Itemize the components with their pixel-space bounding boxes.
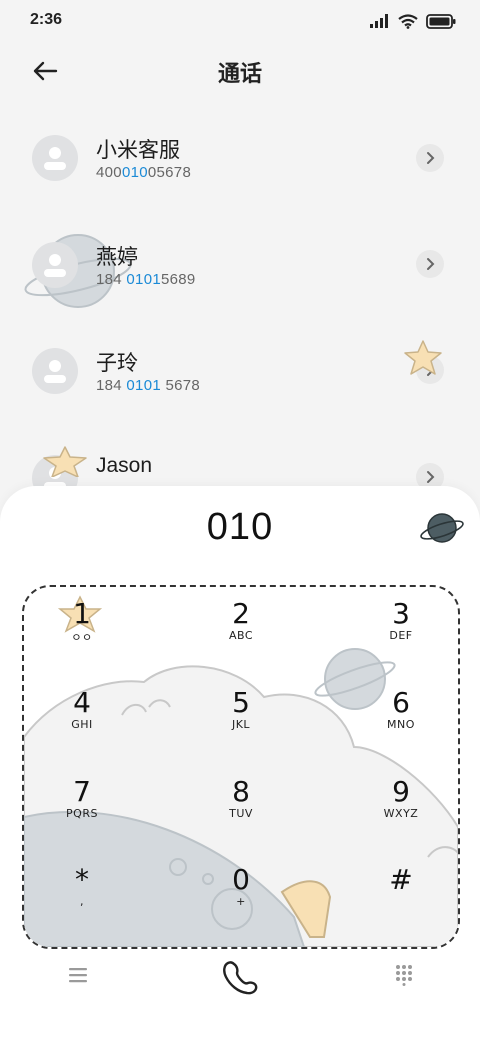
key-hash[interactable]: # xyxy=(341,863,458,945)
key-digit: 5 xyxy=(232,686,250,719)
person-icon xyxy=(44,360,66,383)
voicemail-icon: ㅇㅇ xyxy=(71,631,93,644)
chevron-right-icon xyxy=(427,471,435,483)
wifi-icon xyxy=(398,13,418,29)
person-icon xyxy=(44,147,66,170)
key-letters: ABC xyxy=(228,629,254,642)
star-icon xyxy=(404,340,442,375)
avatar xyxy=(32,242,78,288)
bottom-nav xyxy=(0,947,480,1007)
number-match: 0101 xyxy=(126,377,161,394)
keypad: 1 ㅇㅇ 2 ABC 3 DEF 4 GHI 5 JKL 6 MNO 7 PQRS 8 TUV … xyxy=(22,585,460,949)
number-part: 184 xyxy=(96,377,127,394)
key-digit: 8 xyxy=(232,775,250,808)
signal-icon xyxy=(370,14,388,28)
contact-detail-button[interactable] xyxy=(416,250,444,278)
number-match: 010 xyxy=(121,164,148,181)
chevron-right-icon xyxy=(427,152,435,164)
key-letters: , xyxy=(80,895,84,908)
menu-icon xyxy=(69,968,87,983)
star-icon xyxy=(43,446,87,477)
key-0[interactable]: 0 + xyxy=(181,865,301,945)
contact-number: 40001005678 xyxy=(96,164,191,181)
key-digit: 4 xyxy=(73,686,91,719)
avatar xyxy=(32,348,78,394)
key-letters: GHI xyxy=(71,718,93,731)
phone-icon xyxy=(223,961,258,995)
menu-button[interactable] xyxy=(64,955,92,995)
key-7[interactable]: 7 PQRS xyxy=(24,775,142,857)
key-3[interactable]: 3 DEF xyxy=(341,597,458,679)
person-icon xyxy=(44,254,66,277)
key-4[interactable]: 4 GHI xyxy=(24,686,142,768)
avatar xyxy=(32,135,78,181)
key-letters: PQRS xyxy=(66,807,98,820)
planet-icon[interactable] xyxy=(418,510,466,546)
dialpad-toggle-button[interactable] xyxy=(390,955,418,995)
key-letters: TUV xyxy=(229,807,253,820)
contact-row[interactable]: 燕婷 184 01015689 xyxy=(0,207,480,308)
status-time: 2:36 xyxy=(30,11,63,28)
contact-row[interactable]: 小米客服 40001005678 xyxy=(0,100,480,200)
number-match: 0101 xyxy=(126,271,161,288)
dial-number-display[interactable]: 010 xyxy=(0,506,480,549)
number-part: 400 xyxy=(96,164,122,181)
contact-number: 184 01015689 xyxy=(96,271,196,288)
key-5[interactable]: 5 JKL xyxy=(181,688,301,768)
number-part: 184 xyxy=(96,271,127,288)
call-button[interactable] xyxy=(218,955,262,999)
key-digit: 6 xyxy=(392,686,410,719)
contact-row[interactable]: 子玲 184 0101 5678 xyxy=(0,314,480,414)
key-star[interactable]: *, xyxy=(24,863,142,945)
key-letters: DEF xyxy=(389,629,413,642)
header: 通话 xyxy=(0,40,480,100)
contact-detail-button[interactable] xyxy=(416,144,444,172)
key-2[interactable]: 2 ABC xyxy=(181,599,301,679)
key-digit: 0 xyxy=(232,863,250,896)
battery-icon xyxy=(426,13,456,29)
key-letters: + xyxy=(236,895,246,908)
chevron-right-icon xyxy=(427,258,435,270)
key-digit: 7 xyxy=(73,775,91,808)
key-digit: * xyxy=(75,863,89,896)
status-icons xyxy=(370,12,456,30)
key-1[interactable]: 1 ㅇㅇ xyxy=(24,597,142,679)
key-letters: WXYZ xyxy=(383,807,419,820)
key-digit: 9 xyxy=(392,775,410,808)
key-digit: 3 xyxy=(392,597,410,630)
key-digit: 2 xyxy=(232,597,250,630)
page-title: 通话 xyxy=(217,61,262,86)
key-8[interactable]: 8 TUV xyxy=(181,777,301,857)
status-bar: 2:36 xyxy=(0,0,480,40)
key-letters: JKL xyxy=(231,718,251,731)
key-letters: MNO xyxy=(387,718,415,731)
key-digit: # xyxy=(389,863,413,896)
number-part: 5689 xyxy=(160,271,196,288)
number-part: 05678 xyxy=(147,164,192,181)
number-part: 5678 xyxy=(160,377,201,394)
dialpad-icon xyxy=(396,965,412,986)
key-9[interactable]: 9 WXYZ xyxy=(341,775,458,857)
key-digit: 1 xyxy=(73,597,91,630)
contact-name: 小米客服 xyxy=(96,139,180,162)
contact-number: 184 0101 5678 xyxy=(96,377,200,394)
contact-name: 子玲 xyxy=(96,352,138,375)
contact-name: 燕婷 xyxy=(96,246,138,269)
contact-name: Jason xyxy=(96,454,153,477)
key-6[interactable]: 6 MNO xyxy=(341,686,458,768)
